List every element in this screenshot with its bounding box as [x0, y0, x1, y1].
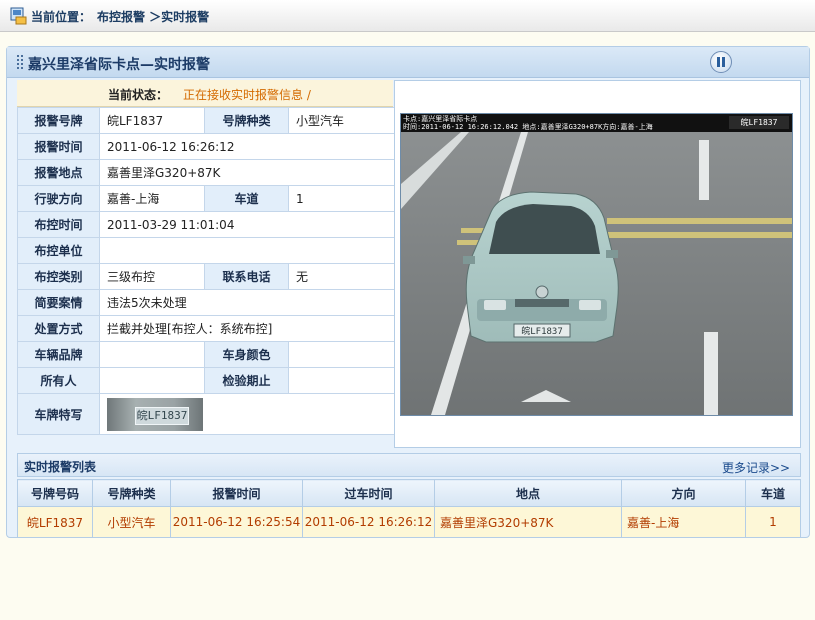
status-label: 当前状态： [108, 88, 169, 102]
owner-value [99, 367, 205, 394]
plate-number-label: 报警号牌 [17, 107, 100, 134]
handling-label: 处置方式 [17, 315, 100, 342]
case-value: 违法5次未处理 [99, 289, 395, 316]
lane-value: 1 [288, 185, 395, 212]
control-type-value: 三级布控 [99, 263, 205, 290]
control-time-value: 2011-03-29 11:01:04 [99, 211, 395, 238]
grip-icon [17, 55, 23, 69]
plate-type-value: 小型汽车 [288, 107, 395, 134]
color-label: 车身颜色 [204, 341, 289, 368]
control-type-label: 布控类别 [17, 263, 100, 290]
phone-value: 无 [288, 263, 395, 290]
more-records-link[interactable]: 更多记录>> [722, 459, 790, 476]
column-header[interactable]: 地点 [434, 479, 622, 507]
plate-closeup-text: 皖LF1837 [135, 406, 189, 425]
control-time-label: 布控时间 [17, 211, 100, 238]
column-header[interactable]: 号牌种类 [92, 479, 171, 507]
top-bar: 当前位置： 布控报警 ＞实时报警 [0, 0, 815, 32]
alarm-list-table: 号牌号码 号牌种类 报警时间 过车时间 地点 方向 车道 皖LF1837 小型汽… [17, 479, 801, 538]
inspection-label: 检验期止 [204, 367, 289, 394]
phone-label: 联系电话 [204, 263, 289, 290]
breadcrumb: 布控报警 ＞实时报警 [97, 10, 210, 24]
row-plate-number: 皖LF1837 [17, 506, 93, 538]
photo-caption: 卡点:嘉兴里泽省际卡点 时间:2011-06-12 16:26:12.042 地… [403, 115, 653, 131]
plate-closeup-image[interactable]: 皖LF1837 [107, 397, 203, 431]
panel-header: 嘉兴里泽省际卡点—实时报警 [7, 47, 809, 78]
capture-photo[interactable]: 皖LF1837 卡点:嘉兴里泽省际卡点 时间:2011-06-12 16:26:… [400, 113, 793, 416]
control-unit-label: 布控单位 [17, 237, 100, 264]
brand-value [99, 341, 205, 368]
table-row[interactable]: 皖LF1837 小型汽车 2011-06-12 16:25:54 2011-06… [17, 506, 801, 538]
alarm-place-label: 报警地点 [17, 159, 100, 186]
row-location: 嘉善里泽G320+87K [434, 506, 622, 538]
alarm-list-columns: 号牌号码 号牌种类 报警时间 过车时间 地点 方向 车道 [17, 479, 801, 507]
plate-type-label: 号牌种类 [204, 107, 289, 134]
status-row: 当前状态： 正在接收实时报警信息 / [17, 80, 393, 107]
plate-closeup-cell: 皖LF1837 [99, 393, 395, 435]
column-header[interactable]: 方向 [621, 479, 746, 507]
car-plate-text: 皖LF1837 [521, 325, 563, 337]
location-icon [10, 7, 27, 25]
photo-plate-tag: 皖LF1837 [729, 116, 789, 129]
control-unit-value [99, 237, 395, 264]
case-label: 简要案情 [17, 289, 100, 316]
photo-frame: 皖LF1837 卡点:嘉兴里泽省际卡点 时间:2011-06-12 16:26:… [394, 80, 801, 448]
pause-icon [722, 57, 725, 67]
alarm-place-value: 嘉善里泽G320+87K [99, 159, 395, 186]
alarm-list-header: 实时报警列表 更多记录>> [17, 453, 801, 477]
alarm-detail-table: 报警号牌 皖LF1837 号牌种类 小型汽车 报警时间 2011-06-12 1… [17, 107, 395, 435]
alarm-time-value: 2011-06-12 16:26:12 [99, 133, 395, 160]
pause-button[interactable] [710, 51, 732, 73]
row-lane: 1 [745, 506, 801, 538]
brand-label: 车辆品牌 [17, 341, 100, 368]
breadcrumb-label: 当前位置： [31, 10, 92, 24]
inspection-value [288, 367, 395, 394]
road-scene: 皖LF1837 [401, 114, 792, 415]
row-alarm-time: 2011-06-12 16:25:54 [170, 506, 303, 538]
column-header[interactable]: 报警时间 [170, 479, 303, 507]
owner-label: 所有人 [17, 367, 100, 394]
direction-label: 行驶方向 [17, 185, 100, 212]
row-plate-type: 小型汽车 [92, 506, 171, 538]
status-value: 正在接收实时报警信息 / [183, 88, 311, 102]
alarm-time-label: 报警时间 [17, 133, 100, 160]
color-value [288, 341, 395, 368]
plate-number-value: 皖LF1837 [99, 107, 205, 134]
alarm-list-title: 实时报警列表 [24, 460, 97, 474]
handling-value: 拦截并处理[布控人：系统布控] [99, 315, 395, 342]
alarm-panel: 嘉兴里泽省际卡点—实时报警 当前状态： 正在接收实时报警信息 / 报警号牌 皖L… [6, 46, 810, 538]
lane-label: 车道 [204, 185, 289, 212]
plate-closeup-label: 车牌特写 [17, 393, 100, 435]
row-pass-time: 2011-06-12 16:26:12 [302, 506, 435, 538]
photo-caption-bar: 卡点:嘉兴里泽省际卡点 时间:2011-06-12 16:26:12.042 地… [401, 114, 792, 132]
column-header[interactable]: 过车时间 [302, 479, 435, 507]
pause-icon [717, 57, 720, 67]
column-header[interactable]: 号牌号码 [17, 479, 93, 507]
panel-title: 嘉兴里泽省际卡点—实时报警 [28, 57, 210, 73]
row-direction: 嘉善-上海 [621, 506, 746, 538]
column-header[interactable]: 车道 [745, 479, 801, 507]
direction-value: 嘉善-上海 [99, 185, 205, 212]
